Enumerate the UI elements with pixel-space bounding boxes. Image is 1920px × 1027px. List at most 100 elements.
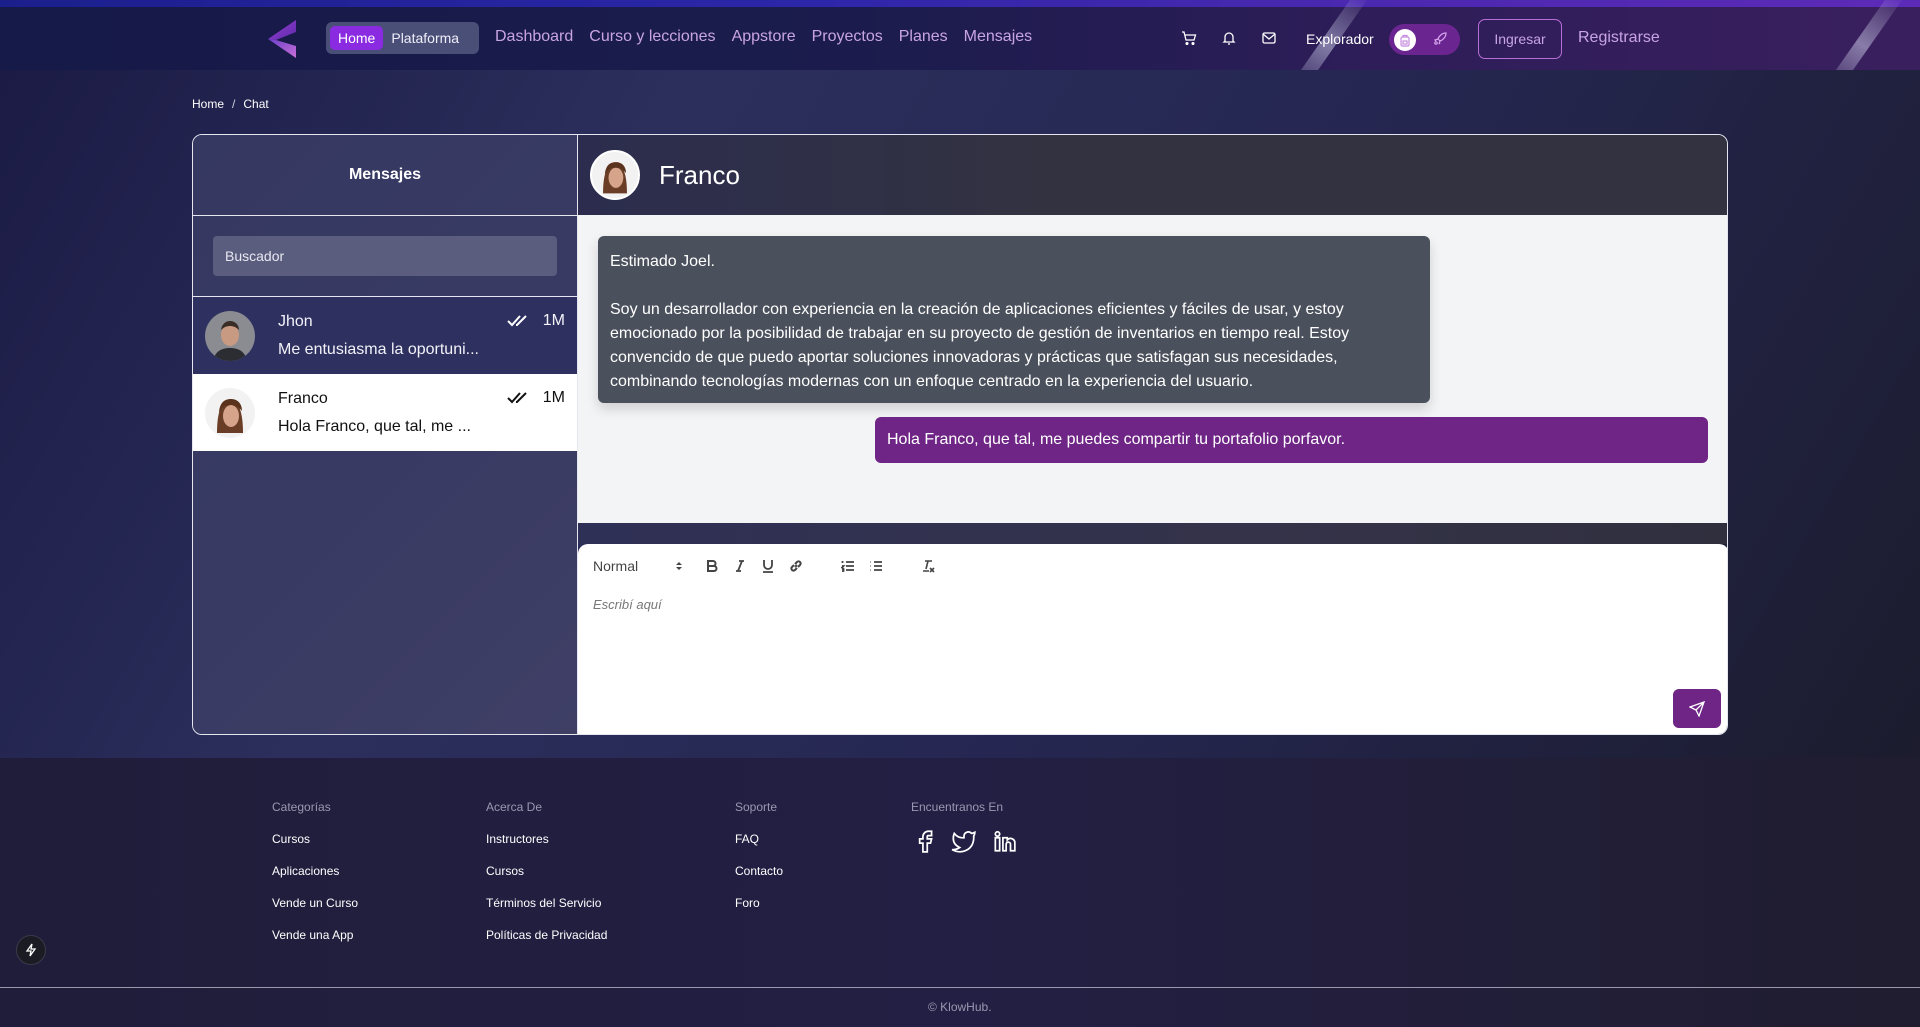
- backpack-icon: [1400, 34, 1410, 47]
- nav-plans[interactable]: Planes: [899, 28, 948, 46]
- conversation-item-jhon[interactable]: Jhon Me entusiasma la oportuni... 1M: [193, 297, 577, 374]
- footer-link[interactable]: Instructores: [486, 832, 607, 864]
- footer-column-social: Encuentranos En: [911, 800, 1017, 854]
- double-check-icon: [507, 315, 527, 327]
- footer-link[interactable]: Términos del Servicio: [486, 896, 607, 928]
- footer: Categorías Cursos Aplicaciones Vende un …: [0, 758, 1920, 1027]
- bold-icon: [707, 560, 718, 572]
- contact-name: Franco: [659, 159, 740, 190]
- bell-icon[interactable]: [1221, 30, 1237, 46]
- link-icon: [790, 560, 802, 572]
- breadcrumb-current: Chat: [243, 97, 269, 111]
- nav-appstore[interactable]: Appstore: [732, 28, 796, 46]
- clear-format-button[interactable]: [919, 557, 937, 575]
- toggle-knob: [1394, 29, 1416, 51]
- login-button[interactable]: Ingresar: [1478, 19, 1562, 59]
- breadcrumb-separator: /: [232, 97, 236, 111]
- main-nav: Dashboard Curso y lecciones Appstore Pro…: [495, 28, 1032, 46]
- message-editor: Normal Escribí aquí: [578, 544, 1727, 734]
- footer-link[interactable]: Vende una App: [272, 928, 358, 960]
- send-button[interactable]: [1673, 689, 1721, 728]
- underline-icon: [763, 560, 773, 573]
- conversation-preview: Hola Franco, que tal, me ...: [278, 417, 471, 435]
- avatar: [205, 387, 255, 438]
- facebook-icon[interactable]: [911, 828, 937, 854]
- sidebar-title: Mensajes: [193, 135, 577, 216]
- link-button[interactable]: [787, 557, 805, 575]
- footer-heading: Acerca De: [486, 800, 543, 814]
- footer-column-categories: Categorías Cursos Aplicaciones Vende un …: [272, 800, 358, 960]
- twitter-icon[interactable]: [951, 828, 977, 854]
- editor-toolbar: Normal: [593, 554, 947, 578]
- italic-button[interactable]: [731, 557, 749, 575]
- conversation-item-franco[interactable]: Franco Hola Franco, que tal, me ... 1M: [193, 374, 577, 451]
- footer-link[interactable]: Foro: [735, 896, 783, 928]
- copyright: © KlowHub.: [928, 1000, 992, 1014]
- cart-icon[interactable]: [1181, 30, 1197, 46]
- linkedin-icon[interactable]: [991, 828, 1017, 854]
- breadcrumb-home[interactable]: Home: [192, 97, 224, 111]
- top-accent-stripe: [0, 0, 1920, 7]
- message-list: Estimado Joel. Soy un desarrollador con …: [578, 215, 1727, 523]
- footer-divider: [0, 987, 1920, 988]
- home-platform-switch: Home Plataforma: [326, 22, 479, 54]
- footer-link[interactable]: Cursos: [272, 832, 358, 864]
- conversation-preview: Me entusiasma la oportuni...: [278, 340, 479, 358]
- avatar: [205, 310, 255, 361]
- mail-icon[interactable]: [1261, 30, 1277, 46]
- platform-pill[interactable]: Plataforma: [383, 30, 467, 46]
- italic-icon: [736, 560, 744, 572]
- footer-link[interactable]: Cursos: [486, 864, 607, 896]
- divider-strip: [578, 523, 1727, 544]
- rocket-icon: [1433, 32, 1447, 45]
- ordered-list-button[interactable]: [839, 557, 857, 575]
- ordered-list-icon: [841, 561, 854, 572]
- underline-button[interactable]: [759, 557, 777, 575]
- avatar-franco: [205, 387, 255, 438]
- nav-projects[interactable]: Proyectos: [812, 28, 883, 46]
- home-pill[interactable]: Home: [330, 26, 384, 50]
- top-navbar: Home Plataforma Dashboard Curso y leccio…: [0, 0, 1920, 70]
- message-incoming: Estimado Joel. Soy un desarrollador con …: [598, 236, 1430, 403]
- footer-link[interactable]: FAQ: [735, 832, 783, 864]
- avatar-jhon: [205, 310, 255, 361]
- footer-link[interactable]: Aplicaciones: [272, 864, 358, 896]
- user-role-label: Explorador: [1306, 31, 1374, 47]
- chat-panel: Franco Estimado Joel. Soy un desarrollad…: [578, 135, 1727, 734]
- footer-link[interactable]: Contacto: [735, 864, 783, 896]
- message-body: Soy un desarrollador con experiencia en …: [610, 301, 1350, 390]
- quick-action-button[interactable]: [16, 935, 46, 965]
- conversation-sidebar: Mensajes Jhon Me entusiasma la oportuni.…: [193, 135, 578, 734]
- nav-dashboard[interactable]: Dashboard: [495, 28, 573, 46]
- select-arrows-icon: [676, 562, 682, 570]
- chat-card: Mensajes Jhon Me entusiasma la oportuni.…: [192, 134, 1728, 735]
- nav-messages[interactable]: Mensajes: [964, 28, 1032, 46]
- breadcrumb: Home / Chat: [192, 97, 269, 111]
- decorative-light-streak: [1818, 0, 1906, 70]
- contact-avatar[interactable]: [590, 150, 640, 200]
- format-select[interactable]: Normal: [593, 558, 683, 574]
- footer-link[interactable]: Vende un Curso: [272, 896, 358, 928]
- footer-heading: Categorías: [272, 800, 331, 814]
- footer-column-about: Acerca De Instructores Cursos Términos d…: [486, 800, 607, 960]
- double-check-icon: [507, 392, 527, 404]
- conversation-time: 1M: [542, 389, 565, 406]
- bullet-list-button[interactable]: [867, 557, 885, 575]
- klowhub-logo[interactable]: [266, 20, 302, 58]
- footer-column-support: Soporte FAQ Contacto Foro: [735, 800, 783, 928]
- register-link[interactable]: Registrarse: [1578, 29, 1660, 47]
- lightning-icon: [25, 943, 37, 957]
- search-container: [193, 216, 577, 297]
- footer-link[interactable]: Políticas de Privacidad: [486, 928, 607, 960]
- search-input[interactable]: [213, 236, 557, 276]
- role-toggle[interactable]: [1389, 24, 1460, 55]
- nav-courses[interactable]: Curso y lecciones: [589, 28, 715, 46]
- conversation-time: 1M: [542, 312, 565, 329]
- footer-heading: Soporte: [735, 800, 778, 814]
- message-greeting: Estimado Joel.: [610, 253, 715, 270]
- chat-header: Franco: [578, 135, 1727, 215]
- clear-format-icon: [923, 560, 935, 573]
- avatar-franco: [592, 152, 638, 198]
- bold-button[interactable]: [703, 557, 721, 575]
- message-input[interactable]: Escribí aquí: [593, 597, 662, 612]
